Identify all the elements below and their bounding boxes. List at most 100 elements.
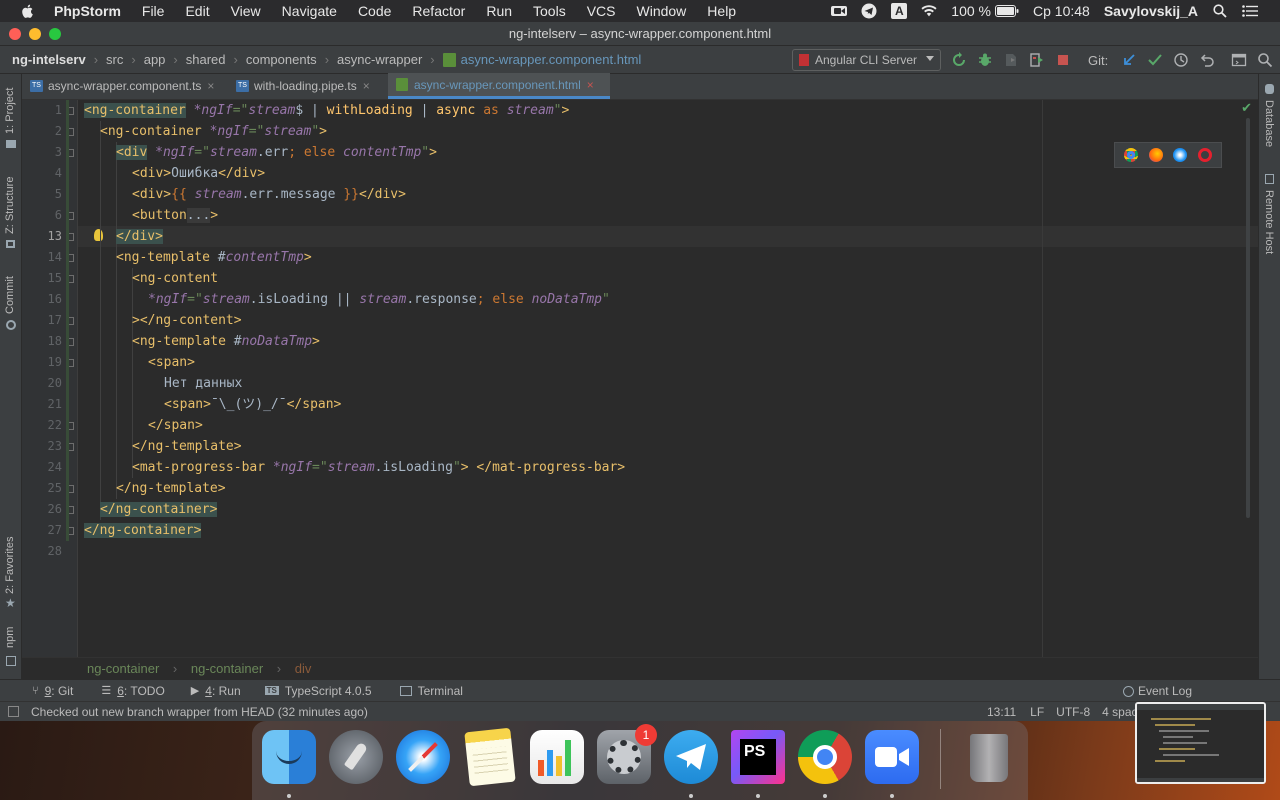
close-tab-icon[interactable]: × [207,79,214,93]
status-message[interactable]: Checked out new branch wrapper from HEAD… [31,702,368,722]
todo-tool-button[interactable]: ☰ 6: TODO [101,684,164,698]
menu-file[interactable]: File [142,3,165,19]
tab-with-loading-pipe-ts[interactable]: TS with-loading.pipe.ts × [228,73,388,99]
lightbulb-icon[interactable] [94,229,103,241]
trash-dock-icon[interactable] [962,730,1016,784]
menu-navigate[interactable]: Navigate [282,3,337,19]
menu-app-name[interactable]: PhpStorm [54,3,121,19]
menu-tools[interactable]: Tools [533,3,566,19]
zoom-window-button[interactable] [49,28,61,40]
menu-window[interactable]: Window [637,3,687,19]
caret-position[interactable]: 13:11 [987,702,1016,722]
close-tab-icon[interactable]: × [363,79,370,93]
typescript-tool-button[interactable]: TS TypeScript 4.0.5 [264,684,372,698]
spotlight-search-icon[interactable] [1212,4,1228,18]
safari-browser-icon[interactable] [1173,148,1188,162]
coverage-icon[interactable] [1002,51,1020,69]
editor-vertical-scrollbar[interactable] [1246,118,1250,518]
left-tool-strip: 1: Project Z: Structure Commit 2: Favori… [0,74,22,704]
search-everywhere-icon[interactable] [1256,51,1274,69]
zoom-dock-icon[interactable] [865,730,919,784]
commit-tool-button[interactable]: Commit [4,276,16,314]
firefox-browser-icon[interactable] [1148,148,1163,162]
structure-tool-button[interactable]: Z: Structure [4,177,16,234]
git-update-icon[interactable] [1120,51,1138,69]
numbers-dock-icon[interactable] [530,730,584,784]
profile-icon[interactable] [1028,51,1046,69]
breadcrumb-components[interactable]: components [246,52,317,67]
telegram-tray-icon[interactable] [861,3,877,19]
breadcrumb-app[interactable]: app [144,52,166,67]
wifi-icon[interactable] [921,4,937,18]
rollback-icon[interactable] [1198,51,1216,69]
breadcrumb-file[interactable]: async-wrapper.component.html [461,52,642,67]
finder-dock-icon[interactable] [262,730,316,784]
run-tool-button[interactable]: ▶ 4: Run [191,684,241,698]
menu-run[interactable]: Run [486,3,512,19]
chrome-dock-icon[interactable] [798,730,852,784]
screenshot-thumbnail[interactable] [1135,702,1266,784]
phpstorm-dock-icon[interactable]: PS [731,730,785,784]
input-source-icon[interactable]: A [891,3,908,19]
telegram-dock-icon[interactable] [664,730,718,784]
debug-bug-icon[interactable] [976,51,994,69]
chrome-browser-icon[interactable] [1124,148,1139,162]
menu-help[interactable]: Help [707,3,736,19]
close-window-button[interactable] [9,28,21,40]
camera-tray-icon[interactable] [831,4,848,18]
event-log-button[interactable]: Event Log [1122,684,1192,698]
menu-refactor[interactable]: Refactor [412,3,465,19]
close-tab-icon[interactable]: × [587,78,594,92]
structure-icon [6,240,15,248]
notification-center-icon[interactable] [1242,4,1258,18]
project-tool-button[interactable]: 1: Project [4,88,16,134]
stop-icon[interactable] [1054,51,1072,69]
minimize-window-button[interactable] [29,28,41,40]
git-tool-button[interactable]: ⑂ 9: Git [32,684,73,698]
terminal-tool-button[interactable]: Terminal [399,684,463,698]
line-number: 3 [54,145,62,159]
typescript-file-icon: TS [30,80,43,92]
remote-host-tool-button[interactable]: Remote Host [1263,190,1275,254]
favorites-tool-button[interactable]: 2: Favorites [4,537,16,594]
window-titlebar: ng-intelserv – async-wrapper.component.h… [0,22,1280,46]
breadcrumb-project[interactable]: ng-intelserv [12,52,86,67]
rerun-icon[interactable] [950,51,968,69]
menu-vcs[interactable]: VCS [587,3,616,19]
project-structure-icon[interactable] [1230,51,1248,69]
opera-browser-icon[interactable] [1197,148,1212,162]
tag-breadcrumb-item[interactable]: div [295,661,312,676]
menu-code[interactable]: Code [358,3,391,19]
line-number: 28 [47,544,62,558]
notes-lines-icon [472,746,509,776]
breadcrumb-async-wrapper[interactable]: async-wrapper [337,52,422,67]
code-content[interactable]: <ng-container *ngIf="stream$ | withLoadi… [78,100,1258,657]
menubar-clock[interactable]: Ср 10:48 [1033,3,1090,19]
battery-icon[interactable] [995,4,1019,18]
notes-dock-icon[interactable] [464,727,516,787]
history-clock-icon[interactable] [1172,51,1190,69]
breadcrumb-shared[interactable]: shared [186,52,226,67]
code-editor[interactable]: 1 2 3 4 5 6 13 14 15 16 17 18 19 20 21 2… [22,100,1258,657]
toggle-tool-windows-icon[interactable] [8,706,19,717]
tag-breadcrumb-item[interactable]: ng-container [191,661,263,676]
system-preferences-dock-icon[interactable]: 1 [597,724,657,784]
apple-logo-icon[interactable] [20,3,36,19]
npm-tool-button[interactable]: npm [4,627,16,648]
tab-async-wrapper-ts[interactable]: TS async-wrapper.component.ts × [22,73,228,99]
menu-edit[interactable]: Edit [185,3,209,19]
line-separator[interactable]: LF [1030,702,1044,722]
file-encoding[interactable]: UTF-8 [1056,702,1090,722]
safari-dock-icon[interactable] [396,730,450,784]
breadcrumb-src[interactable]: src [106,52,123,67]
menubar-user[interactable]: Savylovskij_A [1104,3,1198,19]
tab-async-wrapper-html[interactable]: async-wrapper.component.html × [388,73,610,99]
line-number: 16 [47,292,62,306]
tag-breadcrumb-item[interactable]: ng-container [87,661,159,676]
launchpad-dock-icon[interactable] [329,730,383,784]
database-tool-button[interactable]: Database [1263,100,1275,147]
git-commit-check-icon[interactable] [1146,51,1164,69]
run-configuration-select[interactable]: Angular CLI Server [792,49,941,71]
terminal-icon [399,685,412,696]
menu-view[interactable]: View [231,3,261,19]
